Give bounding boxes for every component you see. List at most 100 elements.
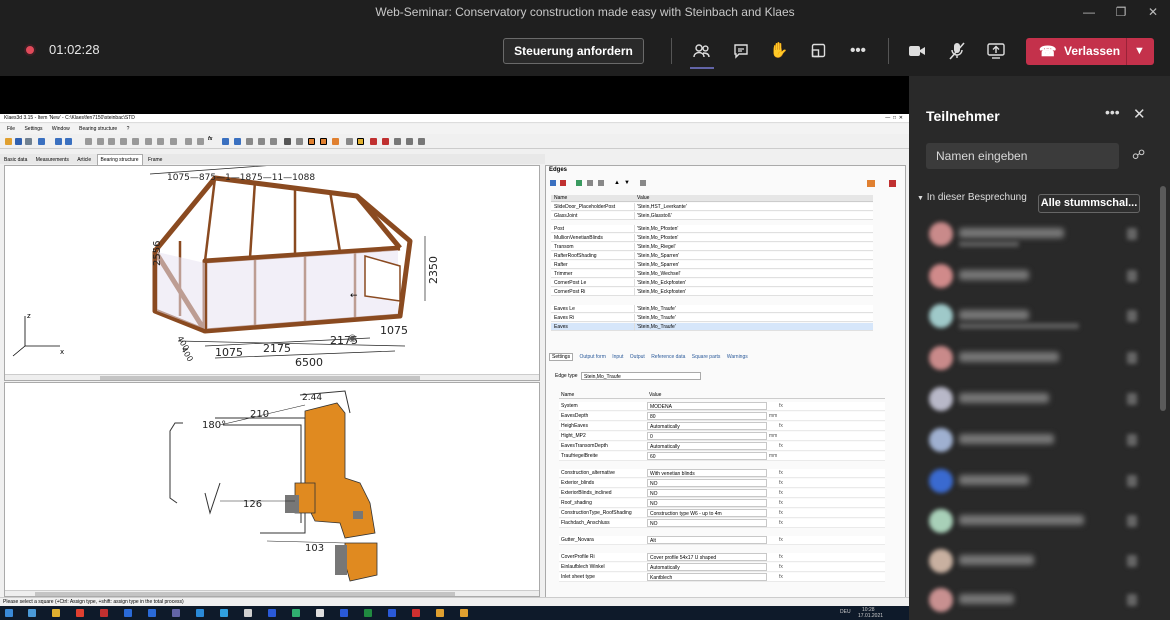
edge-value[interactable]: 'Stein,Mo_Wechsel'	[634, 270, 869, 278]
edge-value[interactable]: 'Stein,Mo_Eckpfosten'	[634, 288, 869, 296]
tool-icon[interactable]	[406, 138, 413, 145]
taskbar-app-icon[interactable]	[196, 609, 204, 617]
setting-value[interactable]: Automatically	[647, 422, 767, 430]
settings-row[interactable]: System MODENA fx	[559, 402, 885, 411]
maximize-icon[interactable]: ❐	[1103, 0, 1139, 24]
taskbar-app-icon[interactable]	[340, 609, 348, 617]
windows-start-icon[interactable]	[5, 609, 13, 617]
edges-row[interactable]: RafterRoofShading 'Stein,Mo_Sparren'	[551, 252, 873, 260]
participants-scrollbar[interactable]	[1160, 186, 1166, 411]
setting-value[interactable]: 60	[647, 452, 767, 460]
formula-icon[interactable]: fx	[779, 553, 783, 562]
tool-icon[interactable]	[108, 138, 115, 145]
tab-article[interactable]: Article	[74, 155, 94, 165]
view-icon[interactable]	[308, 138, 315, 145]
camera-icon[interactable]	[904, 38, 930, 64]
settings-row[interactable]: Exterior_blinds NO fx	[559, 479, 885, 488]
request-control-button[interactable]: Steuerung anfordern	[503, 38, 644, 64]
tool-icon[interactable]	[258, 138, 265, 145]
taskbar-app-icon[interactable]	[388, 609, 396, 617]
tool-icon[interactable]	[234, 138, 241, 145]
setting-value[interactable]: NO	[647, 479, 767, 487]
participant-item[interactable]	[909, 256, 1161, 296]
edges-row[interactable]: Transom 'Stein,Mo_Riegel'	[551, 243, 873, 251]
save-icon[interactable]	[15, 138, 22, 145]
leave-button[interactable]: ☎ Verlassen ▼	[1026, 38, 1154, 65]
share-screen-icon[interactable]	[983, 38, 1009, 64]
save-icon[interactable]	[38, 138, 45, 145]
language-indicator[interactable]: DEU	[840, 610, 851, 615]
participant-item[interactable]	[909, 214, 1161, 254]
participant-item[interactable]	[909, 420, 1161, 460]
formula-icon[interactable]: fx	[779, 536, 783, 545]
settings-row[interactable]: Inlet sheet type Kantblech fx	[559, 573, 885, 582]
settings-row[interactable]: ExteriorBlinds_inclined NO fx	[559, 489, 885, 498]
tool-icon[interactable]	[296, 138, 303, 145]
setting-value[interactable]: NO	[647, 499, 767, 507]
view-icon[interactable]	[332, 138, 339, 145]
settings-row[interactable]: CoverProfile Ri Cover profile 54x17 U sha…	[559, 553, 885, 562]
settings-row[interactable]: Hight_MP2 0 mm	[559, 432, 885, 441]
edge-value[interactable]: 'Stein,Mo_Traufe'	[634, 323, 869, 331]
tab-measurements[interactable]: Measurements	[33, 155, 72, 165]
taskbar-app-icon[interactable]	[172, 609, 180, 617]
participant-item[interactable]	[909, 461, 1161, 501]
tool-icon[interactable]	[598, 180, 604, 186]
scrollbar-thumb[interactable]	[100, 376, 420, 380]
close-window-icon[interactable]: ✕	[1135, 0, 1170, 24]
setting-value[interactable]: With venetian blinds	[647, 469, 767, 477]
taskbar-app-icon[interactable]	[412, 609, 420, 617]
tool-icon[interactable]	[270, 138, 277, 145]
settings-row[interactable]: ConstructionType_RoofShading Construction…	[559, 509, 885, 518]
setting-value[interactable]: 0	[647, 432, 767, 440]
tool-icon[interactable]	[222, 138, 229, 145]
setting-value[interactable]: 80	[647, 412, 767, 420]
setting-value[interactable]: Automatically	[647, 442, 767, 450]
setting-value[interactable]: Construction type W6 - up to 4m	[647, 509, 767, 517]
people-icon[interactable]	[689, 38, 715, 64]
tab-output-form[interactable]: Output form	[579, 354, 605, 360]
eye-icon[interactable]: ◉	[348, 333, 357, 344]
setting-value[interactable]: NO	[647, 519, 767, 527]
eye-icon[interactable]	[357, 138, 364, 145]
taskbar-app-icon[interactable]	[148, 609, 156, 617]
close-icon[interactable]: ✕	[1133, 105, 1146, 123]
tool-icon[interactable]	[185, 138, 192, 145]
tool-icon[interactable]	[170, 138, 177, 145]
participant-item[interactable]	[909, 580, 1161, 620]
more-icon[interactable]: •••	[845, 38, 871, 64]
settings-row[interactable]: HeighEaves Automatically fx	[559, 422, 885, 431]
profile-section-view[interactable]: 180° 210 2.44 126 103	[4, 382, 540, 597]
taskbar-app-icon[interactable]	[100, 609, 108, 617]
edge-value[interactable]: 'Stein,Mo_Sparren'	[634, 261, 869, 269]
formula-icon[interactable]: fx	[779, 519, 783, 528]
setting-value[interactable]: NO	[647, 489, 767, 497]
tool-icon[interactable]	[85, 138, 92, 145]
mute-all-button[interactable]: Alle stummschal...	[1038, 194, 1140, 213]
formula-icon[interactable]: fx	[208, 136, 215, 143]
edge-value[interactable]: 'Stein,Mo_Eckpfosten'	[634, 279, 869, 287]
tool-icon[interactable]	[145, 138, 152, 145]
pin-icon[interactable]	[889, 180, 896, 187]
taskbar-app-icon[interactable]	[124, 609, 132, 617]
edge-value[interactable]: 'Stein,Mo_Traufe'	[634, 305, 869, 313]
menu-bearing-structure[interactable]: Bearing structure	[79, 126, 117, 132]
formula-icon[interactable]: fx	[779, 422, 783, 431]
setting-value[interactable]: Alt	[647, 536, 767, 544]
setting-value[interactable]: Automatically	[647, 563, 767, 571]
taskbar-app-icon[interactable]	[52, 609, 60, 617]
tab-input[interactable]: Input	[612, 354, 623, 360]
arrow-up-icon[interactable]: ▲	[614, 180, 620, 186]
taskbar-app-icon[interactable]	[220, 609, 228, 617]
tool-icon[interactable]	[640, 180, 646, 186]
settings-row[interactable]: Construction_alternative With venetian bl…	[559, 469, 885, 478]
settings-row[interactable]: TraufriegelBreite 60 mm	[559, 452, 885, 461]
3d-view[interactable]: ← 1075—875—1—1875—11—1088 1075 2175 2175…	[4, 163, 540, 381]
formula-icon[interactable]: fx	[779, 563, 783, 572]
tool-icon[interactable]	[97, 138, 104, 145]
edge-value[interactable]: 'Stein,Mo_Pfosten'	[634, 225, 869, 233]
tab-warnings[interactable]: Warnings	[727, 354, 748, 360]
participant-item[interactable]	[909, 501, 1161, 541]
tab-frame[interactable]: Frame	[145, 155, 165, 165]
setting-value[interactable]: Cover profile 54x17 U shaped	[647, 553, 767, 561]
